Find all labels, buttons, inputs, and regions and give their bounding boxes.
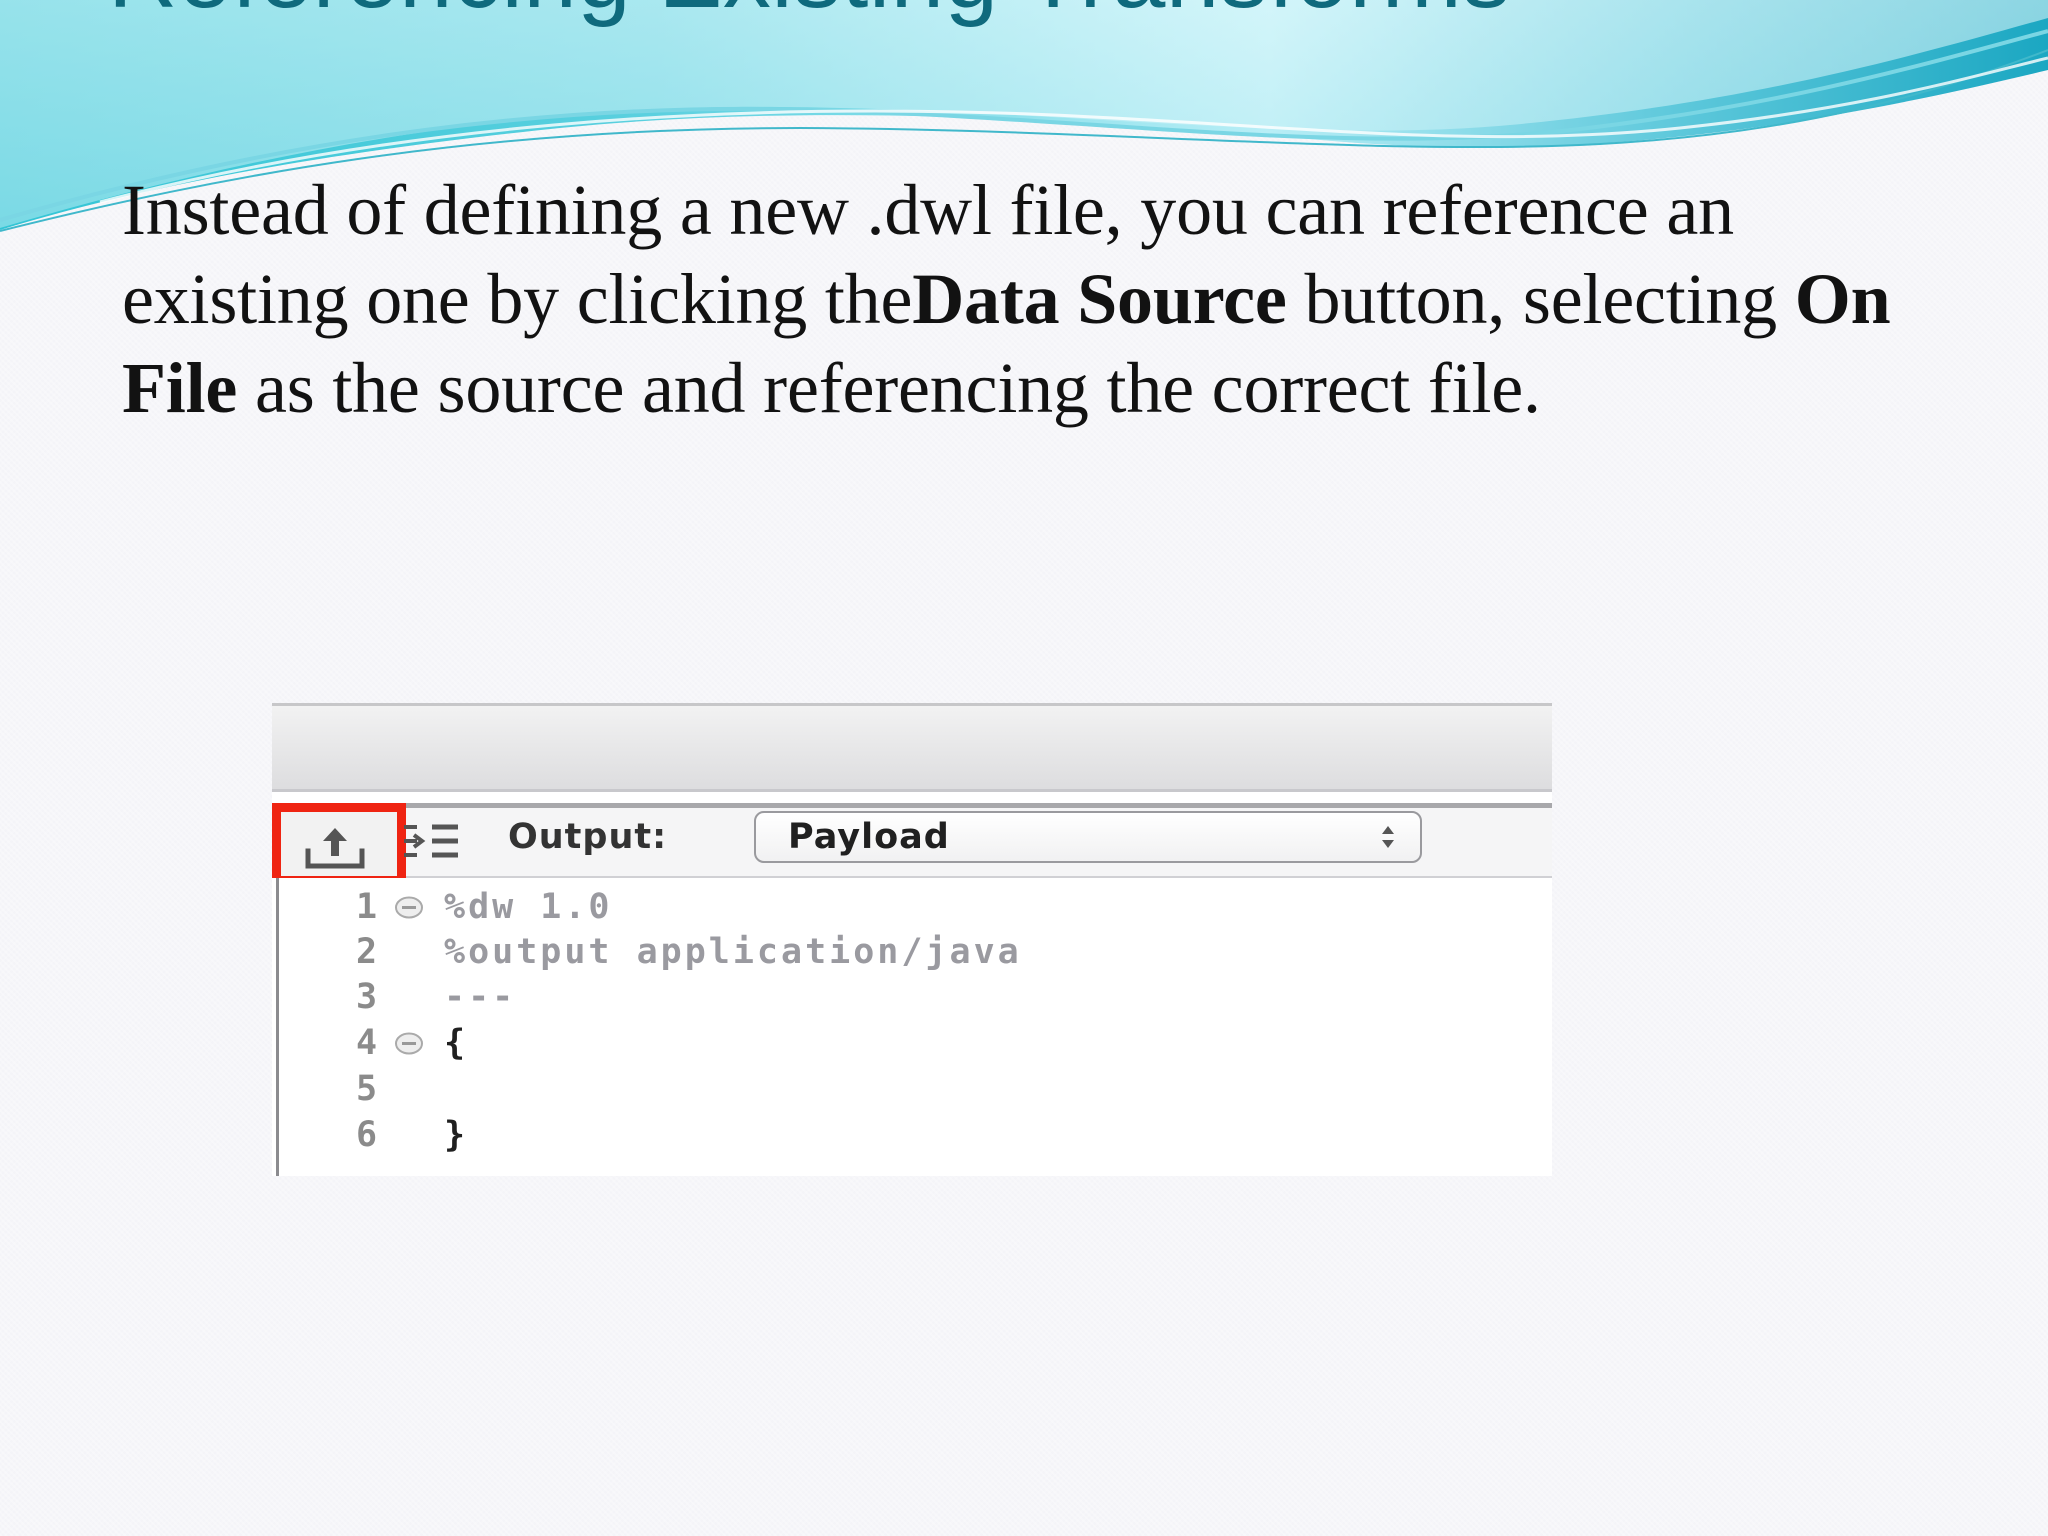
body-text-part-2: button, selecting <box>1286 259 1795 339</box>
data-source-button[interactable] <box>272 803 406 885</box>
code-line: 2 %output application/java <box>272 930 1552 974</box>
slide-body-text: Instead of defining a new .dwl file, you… <box>122 166 1932 433</box>
editor-screenshot: Output: Payload 1 %dw 1.0 2 %output appl… <box>272 703 1552 1176</box>
output-payload-select[interactable]: Payload <box>754 811 1422 863</box>
code-line: 5 <box>272 1067 1552 1111</box>
select-arrows-icon <box>1382 826 1394 848</box>
line-number: 1 <box>356 887 378 927</box>
editor-top-bar <box>272 703 1552 792</box>
data-source-emphasis: Data Source <box>912 259 1287 339</box>
outline-list-icon[interactable] <box>400 821 462 861</box>
code-line-text: --- <box>444 977 517 1017</box>
collapse-icon[interactable] <box>394 1031 424 1056</box>
collapse-icon[interactable] <box>394 895 424 920</box>
output-label: Output: <box>508 817 668 857</box>
output-payload-value: Payload <box>788 817 950 857</box>
line-number: 3 <box>356 977 378 1017</box>
slide-title: Referencing Existing Transforms <box>108 0 1511 28</box>
line-number: 6 <box>356 1115 378 1155</box>
code-line: 6 } <box>272 1113 1552 1157</box>
code-line-text: } <box>444 1115 469 1155</box>
code-line-text: %output application/java <box>444 932 1022 972</box>
code-line-text: { <box>444 1023 469 1063</box>
code-line-text: %dw 1.0 <box>444 887 613 927</box>
code-line: 1 %dw 1.0 <box>272 885 1552 929</box>
line-number: 5 <box>356 1069 378 1109</box>
body-text-part-3: as the source and referencing the correc… <box>237 348 1541 428</box>
code-line: 3 --- <box>272 975 1552 1019</box>
line-number: 2 <box>356 932 378 972</box>
code-line: 4 { <box>272 1021 1552 1065</box>
line-number: 4 <box>356 1023 378 1063</box>
upload-icon <box>305 828 365 869</box>
